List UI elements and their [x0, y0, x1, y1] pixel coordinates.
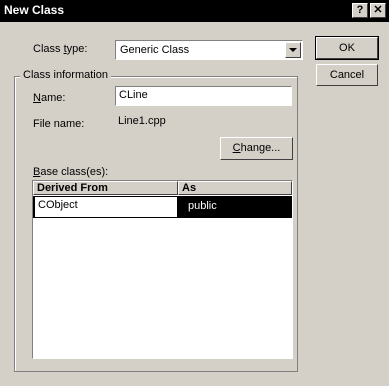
dialog-title: New Class	[4, 3, 65, 17]
derived-from-value: CObject	[38, 199, 78, 211]
base-classes-label: Base class(es):	[33, 166, 109, 178]
close-button[interactable]: ✕	[370, 3, 386, 18]
title-bar: New Class ? ✕	[0, 0, 389, 22]
help-button[interactable]: ?	[352, 3, 368, 18]
file-name-value: Line1.cpp	[118, 115, 166, 127]
change-button[interactable]: Change...	[220, 137, 293, 160]
name-label: Name:	[33, 92, 66, 104]
new-class-dialog: New Class ? ✕ Class type: Generic Class …	[0, 0, 389, 386]
column-header-as[interactable]: As	[178, 181, 292, 195]
as-value: public	[188, 200, 217, 212]
class-type-value: Generic Class	[120, 44, 190, 56]
cancel-button[interactable]: Cancel	[316, 64, 378, 86]
name-value: CLine	[119, 89, 148, 101]
base-classes-list[interactable]: Derived From As CObject public	[32, 180, 293, 359]
chevron-down-icon[interactable]	[285, 42, 301, 58]
class-information-title: Class information	[20, 69, 111, 81]
file-name-label: File name:	[33, 118, 85, 130]
class-type-label: Class type:	[33, 43, 88, 55]
derived-from-cell-editor[interactable]: CObject	[34, 196, 178, 218]
file-name-field: Line1.cpp	[115, 112, 292, 132]
class-type-combo[interactable]: Generic Class	[115, 40, 303, 60]
name-field[interactable]: CLine	[115, 86, 292, 106]
column-header-derived-from[interactable]: Derived From	[33, 181, 178, 195]
ok-button[interactable]: OK	[315, 36, 379, 60]
